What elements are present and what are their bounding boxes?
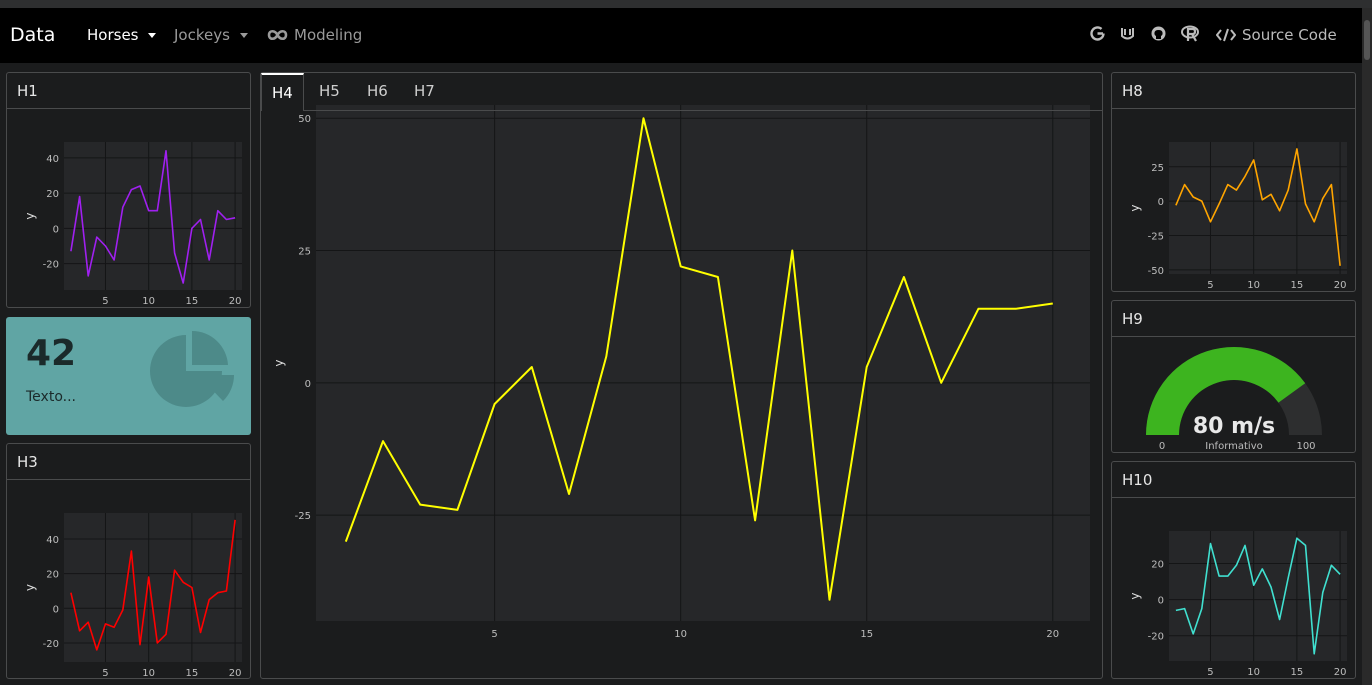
tab-h4[interactable]: H4 xyxy=(261,73,304,111)
chart-h4: 5101520-2502550ty xyxy=(272,105,1090,654)
chart-h1: 5101520-2002040ty xyxy=(23,142,242,307)
nav-horses[interactable]: Horses xyxy=(87,26,157,44)
plot-panel xyxy=(1169,531,1347,661)
tab-h5[interactable]: H5 xyxy=(309,73,350,110)
y-tick-label: 40 xyxy=(46,535,59,546)
card-title: H1 xyxy=(7,73,250,109)
x-tick-label: 5 xyxy=(102,668,108,679)
shield-logo-icon[interactable] xyxy=(1119,25,1136,46)
x-tick-label: 5 xyxy=(1207,667,1213,678)
nav-modeling[interactable]: Modeling xyxy=(267,26,362,44)
y-tick-label: 0 xyxy=(1158,596,1164,607)
gauge-min-label: 0 xyxy=(1159,441,1165,452)
y-axis-label: y xyxy=(272,359,286,366)
plot-panel xyxy=(316,105,1090,621)
y-axis-label: y xyxy=(23,584,37,591)
infinity-icon xyxy=(267,29,288,41)
plot-panel xyxy=(1169,142,1347,274)
y-tick-label: 0 xyxy=(1158,197,1164,208)
y-tick-label: -20 xyxy=(1148,632,1164,643)
x-tick-label: 15 xyxy=(186,668,199,679)
nav-modeling-label: Modeling xyxy=(294,26,363,44)
gauge-value-label: 80 m/s xyxy=(1193,414,1275,439)
gauge-sublabel: Informativo xyxy=(1205,441,1262,452)
tab-h6[interactable]: H6 xyxy=(357,73,398,110)
y-tick-label: -25 xyxy=(295,511,311,522)
card-h8: H8 5101520-50-25025ty xyxy=(1111,72,1356,292)
chevron-down-icon xyxy=(148,32,157,38)
scrollbar[interactable] xyxy=(1362,8,1372,685)
nav-horses-label: Horses xyxy=(87,26,139,44)
y-tick-label: 20 xyxy=(46,189,59,200)
pie-chart-icon xyxy=(150,331,235,407)
chart-h3: 5101520-2002040ty xyxy=(23,513,242,679)
y-tick-label: 50 xyxy=(298,114,311,125)
x-tick-label: 15 xyxy=(186,296,199,307)
x-tick-label: 10 xyxy=(1247,280,1260,291)
y-tick-label: -50 xyxy=(1148,266,1164,277)
y-tick-label: 0 xyxy=(53,224,59,235)
r-logo-icon[interactable] xyxy=(1181,25,1201,46)
brand-title[interactable]: Data xyxy=(10,24,55,46)
x-tick-label: 20 xyxy=(229,296,242,307)
x-tick-label: 20 xyxy=(1334,280,1347,291)
nav-jockeys[interactable]: Jockeys xyxy=(174,26,248,44)
x-tick-label: 10 xyxy=(674,629,687,639)
x-tick-label: 5 xyxy=(491,629,497,639)
y-tick-label: -25 xyxy=(1148,232,1164,243)
y-tick-label: 25 xyxy=(1151,163,1164,174)
window-top-strip xyxy=(0,0,1372,8)
chevron-down-icon xyxy=(239,32,248,38)
plot-panel xyxy=(64,513,242,662)
value-box-number: 42 xyxy=(26,333,77,374)
y-tick-label: 0 xyxy=(305,379,311,390)
value-box-subtitle: Texto... xyxy=(26,389,76,405)
card-h3: H3 5101520-2002040ty xyxy=(6,443,251,679)
source-code-link[interactable]: Source Code xyxy=(1216,26,1337,44)
x-tick-label: 20 xyxy=(1334,667,1347,678)
y-tick-label: 20 xyxy=(46,570,59,581)
card-title: H10 xyxy=(1112,462,1355,498)
y-tick-label: -20 xyxy=(43,639,59,650)
card-title: H8 xyxy=(1112,73,1355,109)
tab-h7[interactable]: H7 xyxy=(404,73,445,110)
x-tick-label: 15 xyxy=(1291,280,1304,291)
tabset: H4 H5 H6 H7 5101520-2502550ty xyxy=(260,72,1103,679)
y-tick-label: 40 xyxy=(46,154,59,165)
card-title: H9 xyxy=(1112,301,1355,337)
x-tick-label: 15 xyxy=(860,629,873,639)
y-tick-label: 20 xyxy=(1151,560,1164,571)
y-tick-label: -20 xyxy=(43,260,59,271)
gauge-max-label: 100 xyxy=(1296,441,1315,452)
x-tick-label: 5 xyxy=(1207,280,1213,291)
code-icon xyxy=(1216,28,1236,42)
github-icon[interactable] xyxy=(1150,25,1167,46)
google-icon[interactable] xyxy=(1089,25,1106,46)
y-tick-label: 25 xyxy=(298,247,311,258)
x-tick-label: 20 xyxy=(1046,629,1059,639)
card-h1: H1 5101520-2002040ty xyxy=(6,72,251,308)
y-axis-label: y xyxy=(1128,592,1142,599)
x-tick-label: 15 xyxy=(1291,667,1304,678)
y-axis-label: y xyxy=(1128,204,1142,211)
navbar: Data Horses Jockeys Modeling Source Code xyxy=(0,8,1362,63)
card-h9: H9 80 m/s Informativo 0 100 xyxy=(1111,300,1356,453)
y-tick-label: 0 xyxy=(53,604,59,615)
card-h10: H10 5101520-20020ty xyxy=(1111,461,1356,679)
x-tick-label: 10 xyxy=(1247,667,1260,678)
x-tick-label: 10 xyxy=(142,668,155,679)
chart-h10: 5101520-20020ty xyxy=(1128,531,1347,678)
chart-h8: 5101520-50-25025ty xyxy=(1128,142,1347,291)
scrollbar-thumb[interactable] xyxy=(1364,20,1370,60)
card-title: H3 xyxy=(7,444,250,480)
x-tick-label: 5 xyxy=(102,296,108,307)
x-tick-label: 10 xyxy=(142,296,155,307)
x-tick-label: 20 xyxy=(229,668,242,679)
tab-bar: H4 H5 H6 H7 xyxy=(261,73,1102,111)
source-code-label: Source Code xyxy=(1242,26,1337,44)
gauge-chart: 80 m/s Informativo 0 100 xyxy=(1146,347,1322,452)
y-axis-label: y xyxy=(23,212,37,219)
nav-jockeys-label: Jockeys xyxy=(174,26,230,44)
value-box: 42 Texto... xyxy=(6,317,251,435)
